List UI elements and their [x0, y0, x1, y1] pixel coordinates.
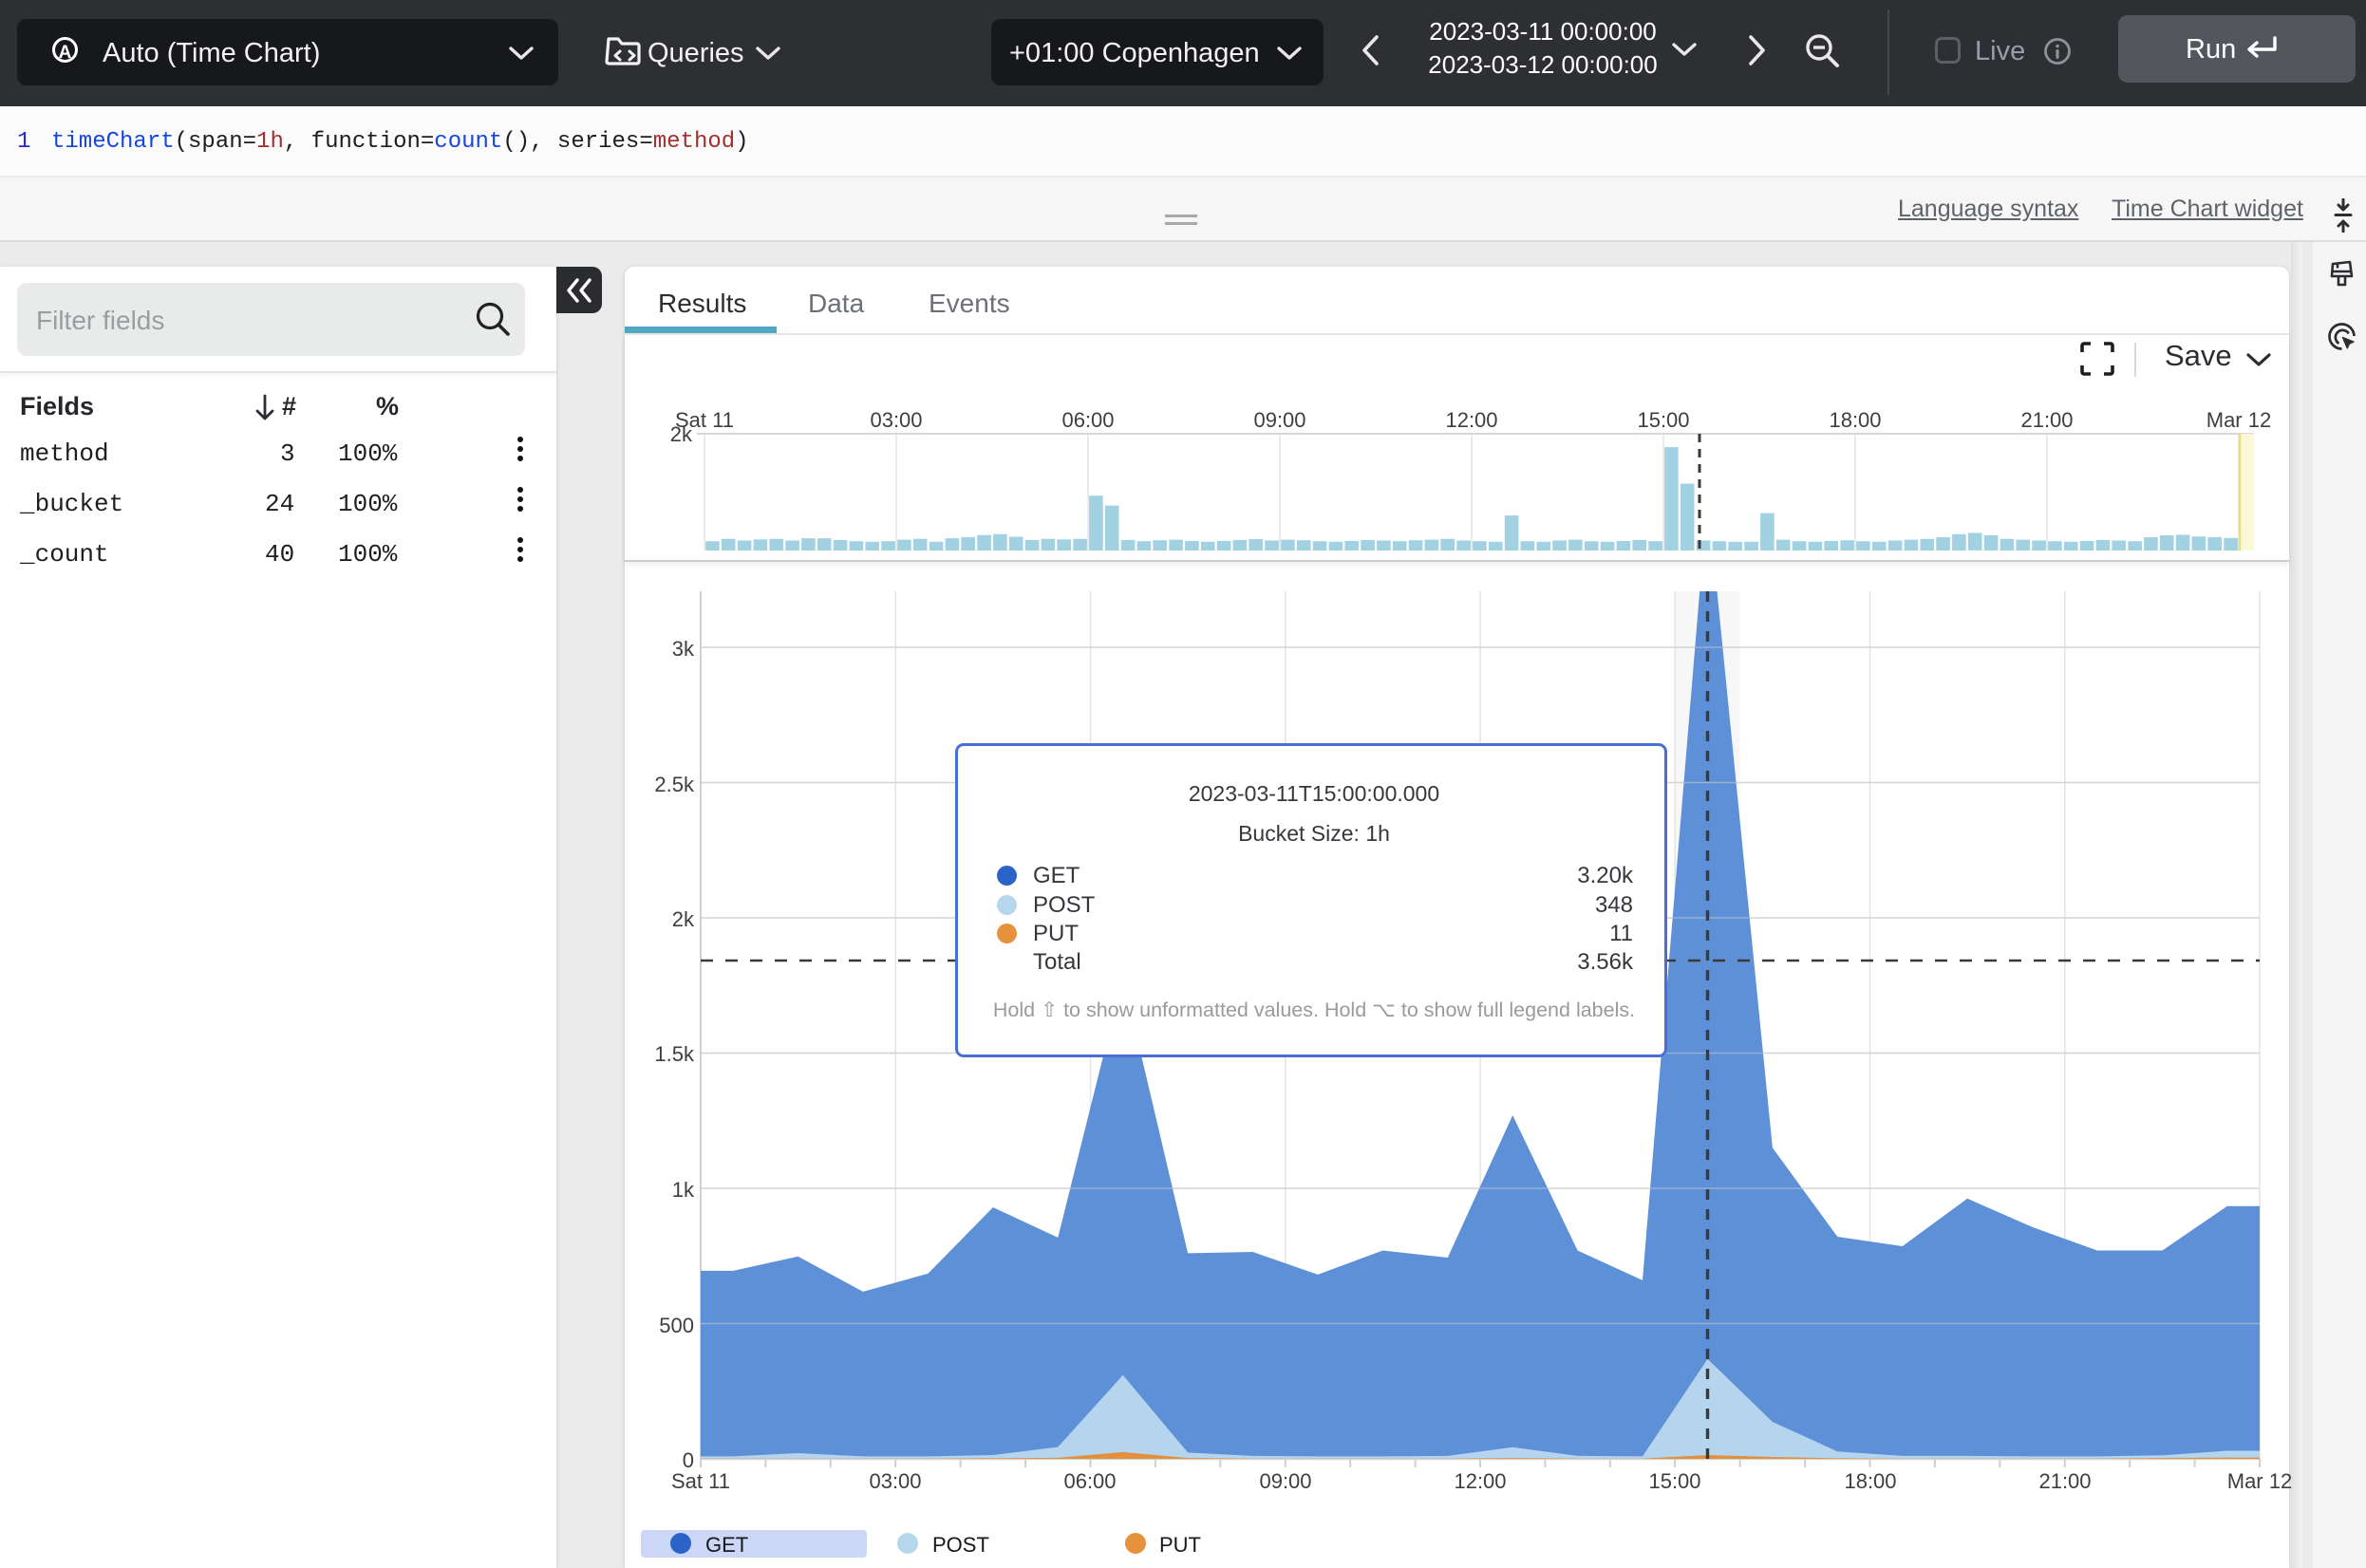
svg-text:2.5k: 2.5k — [654, 773, 695, 796]
svg-text:500: 500 — [659, 1314, 694, 1337]
svg-text:1k: 1k — [672, 1178, 695, 1202]
svg-text:15:00: 15:00 — [1637, 408, 1689, 432]
svg-text:18:00: 18:00 — [1829, 408, 1881, 432]
svg-text:06:00: 06:00 — [1063, 1469, 1116, 1493]
svg-text:2k: 2k — [670, 422, 693, 446]
svg-text:12:00: 12:00 — [1445, 408, 1497, 432]
svg-text:Mar 12: Mar 12 — [2227, 1469, 2292, 1493]
svg-text:12:00: 12:00 — [1454, 1469, 1506, 1493]
svg-text:06:00: 06:00 — [1061, 408, 1114, 432]
svg-text:21:00: 21:00 — [2038, 1469, 2091, 1493]
svg-text:Sat 11: Sat 11 — [671, 1469, 730, 1493]
svg-text:18:00: 18:00 — [1844, 1469, 1896, 1493]
svg-text:1.5k: 1.5k — [654, 1042, 695, 1066]
svg-text:09:00: 09:00 — [1259, 1469, 1311, 1493]
svg-text:3k: 3k — [672, 637, 695, 661]
svg-text:15:00: 15:00 — [1648, 1469, 1700, 1493]
svg-text:21:00: 21:00 — [2020, 408, 2073, 432]
svg-text:03:00: 03:00 — [869, 1469, 921, 1493]
svg-text:03:00: 03:00 — [870, 408, 922, 432]
svg-text:2k: 2k — [672, 907, 695, 931]
svg-text:Mar 12: Mar 12 — [2206, 408, 2271, 432]
svg-text:09:00: 09:00 — [1253, 408, 1305, 432]
